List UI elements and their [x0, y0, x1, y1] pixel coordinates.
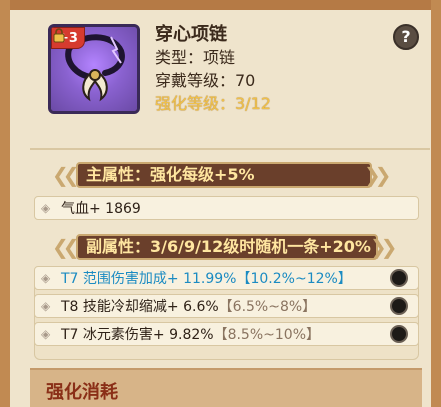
- diamond-icon: ◈: [41, 271, 51, 285]
- sub-attribute-text: T7 范围伤害加成+ 11.99%【10.2%~12%】: [61, 269, 352, 289]
- item-card[interactable]: +3: [48, 24, 140, 114]
- item-wear-level: 穿戴等级：70: [155, 71, 256, 90]
- sub-attribute-range: 【8.5%~10%】: [213, 327, 320, 343]
- sub-attribute-range: 【6.5%~8%】: [218, 299, 317, 315]
- main-attribute-title: 主属性：强化每级+5%: [86, 165, 255, 184]
- help-button[interactable]: ?: [393, 24, 419, 50]
- sub-attribute-range: 【10.2%~12%】: [236, 271, 352, 287]
- diamond-icon: ◈: [41, 299, 51, 313]
- banner-right-arrow-icon: ❯❯: [370, 235, 398, 259]
- header-divider: [30, 148, 430, 150]
- diamond-icon: ◈: [41, 327, 51, 341]
- lock-icon: [53, 28, 65, 43]
- sub-attribute-banner: ❮❮ 副属性：3/6/9/12级时随机一条+20% ❯❯: [52, 232, 400, 262]
- sub-attribute-text: T7 冰元素伤害+ 9.82%【8.5%~10%】: [61, 325, 320, 345]
- banner-left-arrow-icon: ❮❮: [52, 163, 80, 187]
- upgrade-cost-title: 强化消耗: [46, 382, 118, 403]
- lock-slot-toggle[interactable]: [390, 297, 408, 315]
- main-attribute-row: ◈ 气血+ 1869: [34, 196, 419, 220]
- sub-attribute-title: 副属性：3/6/9/12级时随机一条+20%: [86, 237, 371, 256]
- sub-attribute-value: T8 技能冷却缩减+ 6.6%: [61, 299, 219, 315]
- lock-slot-toggle[interactable]: [390, 269, 408, 287]
- sub-attribute-text: T8 技能冷却缩减+ 6.6%【6.5%~8%】: [61, 297, 316, 317]
- sub-attribute-row[interactable]: ◈ T7 范围伤害加成+ 11.99%【10.2%~12%】: [34, 266, 419, 290]
- lock-slot-toggle[interactable]: [390, 325, 408, 343]
- item-type: 类型：项链: [155, 48, 236, 67]
- main-attribute-text: 气血+ 1869: [61, 201, 141, 217]
- item-info: 穿心项链 类型：项链 穿戴等级：70 强化等级：3/12: [155, 24, 271, 115]
- main-attribute-banner: ❮❮ 主属性：强化每级+5% ❯❯: [52, 160, 394, 190]
- sub-attribute-row[interactable]: ◈ T7 冰元素伤害+ 9.82%【8.5%~10%】: [34, 322, 419, 346]
- diamond-icon: ◈: [41, 201, 51, 215]
- banner-right-arrow-icon: ❯❯: [364, 163, 392, 187]
- upgrade-cost-section: 强化消耗: [30, 368, 422, 407]
- item-upgrade-level: 强化等级：3/12: [155, 94, 271, 113]
- window-frame-right: [431, 0, 441, 407]
- item-detail-panel: +3 穿心项链 类型：项链 穿戴等级：70 强化等级：3/12 ? ❮❮ 主属性…: [10, 10, 431, 407]
- sub-attribute-value: T7 冰元素伤害+ 9.82%: [61, 327, 214, 343]
- sub-attribute-row[interactable]: ◈ T8 技能冷却缩减+ 6.6%【6.5%~8%】: [34, 294, 419, 318]
- window-frame-left: [0, 0, 10, 407]
- banner-left-arrow-icon: ❮❮: [52, 235, 80, 259]
- item-name: 穿心项链: [155, 24, 227, 45]
- sub-attribute-value: T7 范围伤害加成+ 11.99%: [61, 271, 237, 287]
